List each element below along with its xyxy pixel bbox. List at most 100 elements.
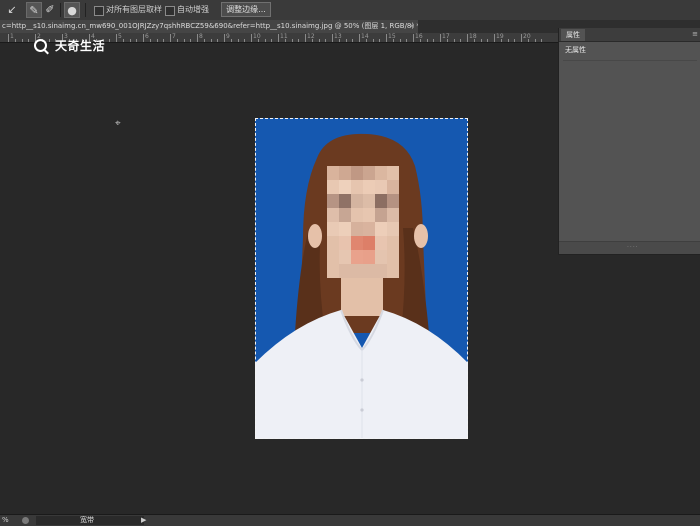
resize-grip-icon[interactable]: ···· — [627, 244, 639, 251]
ruler-tick — [278, 34, 279, 42]
panel-divider — [563, 60, 697, 61]
close-tab-icon[interactable]: × — [409, 20, 415, 33]
zoom-level[interactable]: % — [2, 515, 9, 526]
ruler-tick — [28, 39, 29, 42]
document-tab[interactable]: c=http__s10.sinaimg.cn_mw690_001OJRJZzy7… — [0, 20, 418, 33]
options-bar: ↙ ✎ ✐ ● 对所有图层取样 自动增强 调整边缘... — [0, 0, 700, 21]
refine-edge-button[interactable]: 调整边缘... — [221, 2, 271, 17]
ruler-tick — [373, 39, 374, 42]
ruler-tick — [508, 39, 509, 42]
ruler-tick — [109, 39, 110, 42]
ruler-tick — [177, 39, 178, 42]
ruler-tick — [190, 39, 191, 42]
properties-panel: 属性 ≡ 无属性 ···· — [558, 28, 700, 255]
status-info-field: 宽带 — [36, 516, 144, 525]
properties-panel-header: 属性 ≡ — [559, 28, 700, 42]
ruler-tick — [528, 39, 529, 42]
ruler-tick — [460, 39, 461, 42]
search-logo-icon — [34, 38, 47, 52]
ruler-tick — [305, 34, 306, 42]
toolbar-divider — [85, 3, 86, 17]
ruler-tick — [244, 39, 245, 42]
ruler-tick — [271, 39, 272, 42]
ruler-tick — [454, 39, 455, 42]
ruler-tick — [420, 39, 421, 42]
document-tab-title: c=http__s10.sinaimg.cn_mw690_001OJRJZzy7… — [2, 22, 418, 30]
ruler-number: 5 — [118, 33, 122, 40]
ruler-number: 13 — [334, 33, 342, 40]
sample-all-layers-checkbox[interactable] — [94, 6, 104, 16]
ruler-tick — [521, 34, 522, 42]
status-info-label: 宽带 — [80, 516, 94, 524]
ruler-number: 18 — [469, 33, 477, 40]
ruler-tick — [258, 39, 259, 42]
ruler-number: 7 — [172, 33, 176, 40]
ruler-tick — [487, 39, 488, 42]
ruler-number: 8 — [199, 33, 203, 40]
ruler-tick — [541, 39, 542, 42]
ruler-tick — [514, 39, 515, 42]
ruler-tick — [197, 34, 198, 42]
ruler-tick — [143, 34, 144, 42]
ruler-tick — [440, 34, 441, 42]
ruler-tick — [352, 39, 353, 42]
ruler-tick — [217, 39, 218, 42]
ruler-number: 15 — [388, 33, 396, 40]
ruler-tick — [15, 39, 16, 42]
ruler-tick — [251, 34, 252, 42]
tab-properties[interactable]: 属性 — [561, 29, 585, 41]
portrait-photo — [255, 118, 468, 439]
ruler-number: 6 — [145, 33, 149, 40]
panel-footer: ···· — [559, 241, 700, 254]
ruler-tick — [379, 39, 380, 42]
add-to-selection-icon[interactable]: ✎ — [26, 2, 42, 18]
ruler-tick — [163, 39, 164, 42]
status-menu-arrow-icon[interactable]: ▶ — [141, 515, 146, 526]
document-status-icon — [22, 517, 29, 524]
panel-menu-icon[interactable]: ≡ — [692, 28, 698, 41]
ruler-tick — [393, 39, 394, 42]
ruler-tick — [170, 34, 171, 42]
ruler-tick — [501, 39, 502, 42]
ruler-tick — [386, 34, 387, 42]
ruler-tick — [427, 39, 428, 42]
ruler-tick — [467, 34, 468, 42]
shirt-button — [360, 378, 364, 382]
ruler-tick — [204, 39, 205, 42]
quick-select-brush-icon[interactable]: ↙ — [4, 2, 20, 18]
sample-all-layers-label: 对所有图层取样 — [106, 5, 162, 14]
ruler-tick — [211, 39, 212, 42]
ruler-number: 17 — [442, 33, 450, 40]
ruler-tick — [136, 39, 137, 42]
ruler-tick — [319, 39, 320, 42]
ruler-tick — [366, 39, 367, 42]
ruler-tick — [116, 34, 117, 42]
auto-enhance-checkbox[interactable] — [165, 6, 175, 16]
ruler-tick — [22, 39, 23, 42]
ear-left — [308, 224, 322, 248]
ruler-number: 16 — [415, 33, 423, 40]
canvas-image[interactable] — [255, 118, 468, 439]
ruler-number: 9 — [226, 33, 230, 40]
ruler-tick — [8, 34, 9, 42]
shirt-button — [360, 408, 364, 412]
ruler-number: 11 — [280, 33, 288, 40]
ruler-tick — [494, 34, 495, 42]
ruler-number: 12 — [307, 33, 315, 40]
ruler-tick — [447, 39, 448, 42]
ruler-tick — [130, 39, 131, 42]
brush-size-picker-icon[interactable]: ● — [64, 2, 80, 18]
subtract-from-selection-icon[interactable]: ✐ — [42, 2, 58, 18]
status-bar: % 宽带 ▶ — [0, 514, 700, 526]
ruler-tick — [265, 39, 266, 42]
ruler-tick — [481, 39, 482, 42]
ruler-tick — [346, 39, 347, 42]
ruler-tick — [238, 39, 239, 42]
ruler-tick — [359, 34, 360, 42]
ruler-tick — [413, 34, 414, 42]
pixelated-face — [327, 166, 399, 278]
ruler-tick — [292, 39, 293, 42]
ruler-number: 20 — [523, 33, 531, 40]
toolbar-divider — [60, 3, 61, 17]
ruler-tick — [231, 39, 232, 42]
